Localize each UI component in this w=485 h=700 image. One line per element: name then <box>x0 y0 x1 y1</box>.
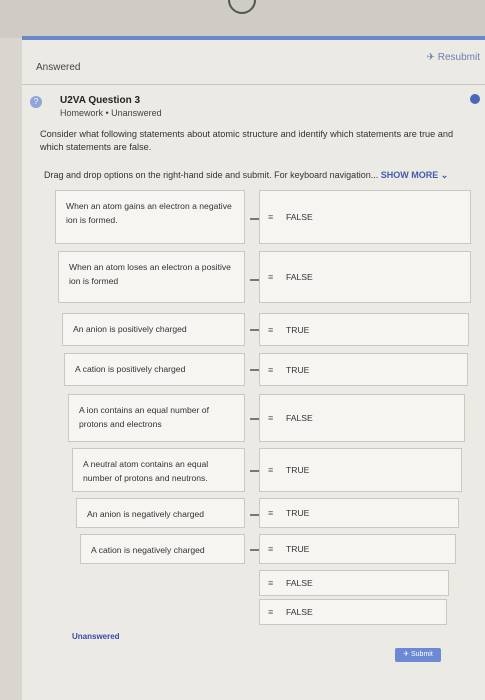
spare-option-2[interactable]: ≡ FALSE <box>259 599 447 625</box>
resubmit-label: Resubmit <box>437 52 480 63</box>
statement-1: When an atom gains an electron a negativ… <box>55 190 245 244</box>
spare-option-label: FALSE <box>286 578 313 588</box>
instruction-label: Drag and drop options on the right-hand … <box>44 170 379 180</box>
send-icon: ✈ <box>403 651 411 658</box>
answer-label: FALSE <box>286 413 313 423</box>
drag-handle-icon[interactable]: ≡ <box>268 578 273 588</box>
statement-6: A neutral atom contains an equal number … <box>72 448 245 492</box>
answer-slot-2[interactable]: ≡ FALSE <box>259 251 471 303</box>
unanswered-status: Unanswered <box>72 632 120 641</box>
send-icon: ✈ <box>426 52 438 63</box>
drag-handle-icon[interactable]: ≡ <box>268 272 273 282</box>
answer-label: TRUE <box>286 544 310 554</box>
question-prompt: Consider what following statements about… <box>40 129 454 152</box>
drag-handle-icon[interactable]: ≡ <box>268 544 273 554</box>
drag-handle-icon[interactable]: ≡ <box>268 465 273 475</box>
answer-slot-6[interactable]: ≡ TRUE <box>259 448 462 492</box>
statement-7: An anion is negatively charged <box>76 498 245 528</box>
statement-8: A cation is negatively charged <box>80 534 245 564</box>
answer-slot-3[interactable]: ≡ TRUE <box>259 313 469 346</box>
chevron-down-icon: ⌄ <box>440 170 449 180</box>
answer-label: FALSE <box>286 272 313 282</box>
answer-label: FALSE <box>286 212 313 222</box>
drag-handle-icon[interactable]: ≡ <box>268 413 273 423</box>
drag-handle-icon[interactable]: ≡ <box>268 607 273 617</box>
answer-slot-1[interactable]: ≡ FALSE <box>259 190 471 244</box>
answered-status: Answered <box>36 62 81 73</box>
answer-slot-7[interactable]: ≡ TRUE <box>259 498 459 528</box>
drag-handle-icon[interactable]: ≡ <box>268 365 273 375</box>
answer-label: TRUE <box>286 364 310 375</box>
answer-label: TRUE <box>286 465 310 475</box>
statement-3: An anion is positively charged <box>62 313 245 346</box>
drag-handle-icon[interactable]: ≡ <box>268 212 273 222</box>
answer-slot-4[interactable]: ≡ TRUE <box>259 353 468 386</box>
show-more-label: SHOW MORE <box>380 170 439 180</box>
answer-label: TRUE <box>286 508 310 518</box>
question-icon: ? <box>30 96 42 108</box>
instruction-text: Drag and drop options on the right-hand … <box>44 170 448 181</box>
answer-label: TRUE <box>286 324 310 335</box>
spare-option-1[interactable]: ≡ FALSE <box>259 570 449 596</box>
submit-button[interactable]: ✈ Submit <box>395 648 441 662</box>
resubmit-button[interactable]: ✈ Resubmit <box>427 52 480 63</box>
question-title: U2VA Question 3 <box>60 95 141 106</box>
options-dot-button[interactable] <box>470 94 480 104</box>
answer-slot-8[interactable]: ≡ TRUE <box>259 534 456 564</box>
statement-2: When an atom loses an electron a positiv… <box>58 251 245 303</box>
drag-handle-icon[interactable]: ≡ <box>268 325 273 335</box>
show-more-link[interactable]: SHOW MORE ⌄ <box>381 170 449 180</box>
submit-label: Submit <box>411 651 433 658</box>
drag-handle-icon[interactable]: ≡ <box>268 508 273 518</box>
question-subtitle: Homework • Unanswered <box>60 108 162 118</box>
statement-4: A cation is positively charged <box>64 353 245 386</box>
statement-5: A ion contains an equal number of proton… <box>68 394 245 442</box>
spare-option-label: FALSE <box>286 607 313 617</box>
answer-status-bar: Answered ✈ Resubmit <box>22 40 485 85</box>
answer-slot-5[interactable]: ≡ FALSE <box>259 394 465 442</box>
